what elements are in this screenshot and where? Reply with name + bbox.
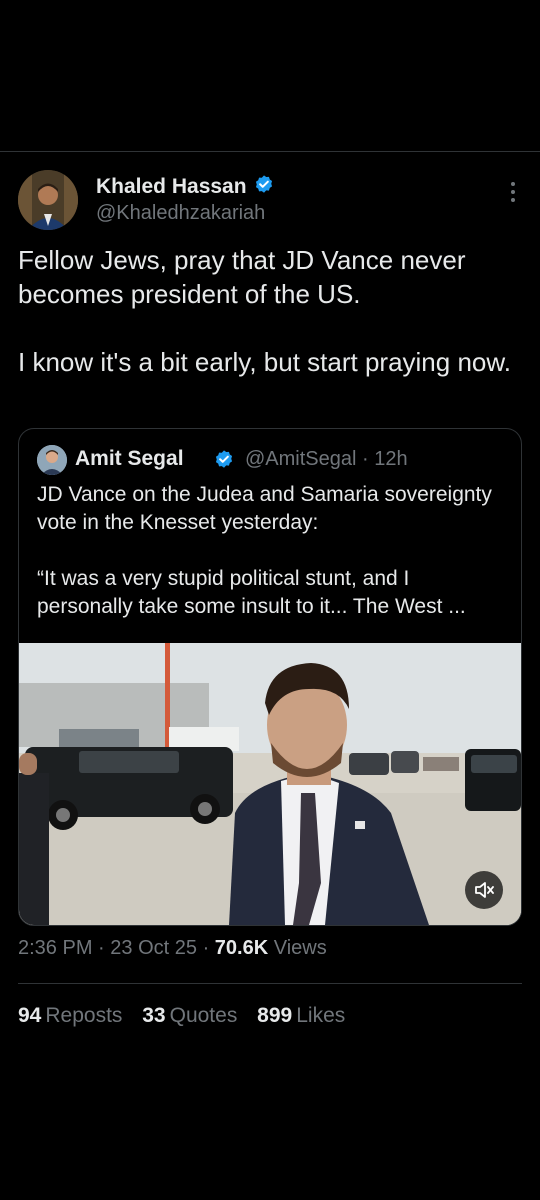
mute-button[interactable] — [465, 871, 503, 909]
reposts-label: Reposts — [45, 1004, 123, 1027]
quoted-video-player[interactable] — [19, 643, 521, 925]
stats-divider — [18, 983, 522, 984]
quoted-tweet-header: Amit Segal @AmitSegal · 12h — [37, 445, 507, 475]
quoted-author-name: Amit Segal — [75, 447, 184, 470]
quoted-author-handle: @AmitSegal — [245, 448, 357, 470]
views-count: 70.6K — [214, 937, 269, 959]
author-avatar[interactable] — [18, 170, 78, 230]
tweet-date[interactable]: 23 Oct 25 — [110, 937, 197, 959]
author-handle[interactable]: @Khaledhzakariah — [96, 202, 265, 225]
engagement-stats: 94 Reposts 33 Quotes 899 Likes — [18, 1004, 359, 1028]
more-options-icon[interactable] — [508, 182, 518, 206]
top-divider — [0, 151, 540, 152]
video-frame-image — [19, 643, 521, 925]
tweet-paragraph: I know it's a bit early, but start prayi… — [18, 347, 511, 377]
verified-badge-icon — [255, 175, 272, 193]
quoted-time-ago: 12h — [374, 448, 408, 470]
tweet-paragraph: Fellow Jews, pray that JD Vance never be… — [18, 245, 466, 309]
meta-separator: · — [98, 937, 105, 959]
likes-label: Likes — [296, 1004, 346, 1027]
timestamp-row: 2:36 PM · 23 Oct 25 · 70.6K Views — [18, 937, 327, 960]
quoted-verified-badge-icon — [215, 450, 233, 468]
tweet-text: Fellow Jews, pray that JD Vance never be… — [18, 243, 518, 379]
quoted-meta: @AmitSegal · 12h — [245, 448, 408, 471]
tweet-time[interactable]: 2:36 PM — [18, 937, 92, 959]
likes-count: 899 — [257, 1004, 293, 1027]
quotes-label: Quotes — [169, 1004, 238, 1027]
quotes-count: 33 — [142, 1004, 166, 1027]
likes-stat[interactable]: 899 Likes — [257, 1004, 345, 1027]
quoted-author-avatar — [37, 445, 67, 475]
quotes-stat[interactable]: 33 Quotes — [142, 1004, 237, 1027]
quoted-separator: · — [362, 448, 369, 470]
tweet-author-header: Khaled Hassan @Khaledhzakariah — [18, 170, 522, 234]
author-name-text: Khaled Hassan — [96, 175, 247, 198]
quoted-paragraph: “It was a very stupid political stunt, a… — [37, 567, 466, 618]
reposts-count: 94 — [18, 1004, 42, 1027]
author-display-name[interactable]: Khaled Hassan — [96, 174, 275, 199]
quoted-tweet-text: JD Vance on the Judea and Samaria sovere… — [37, 481, 507, 621]
meta-separator: · — [202, 937, 210, 959]
reposts-stat[interactable]: 94 Reposts — [18, 1004, 122, 1027]
views-label: Views — [273, 937, 327, 959]
volume-muted-icon — [475, 882, 494, 898]
quoted-tweet-card[interactable]: Amit Segal @AmitSegal · 12h JD Vance on … — [18, 428, 522, 926]
quoted-paragraph: JD Vance on the Judea and Samaria sovere… — [37, 483, 492, 534]
